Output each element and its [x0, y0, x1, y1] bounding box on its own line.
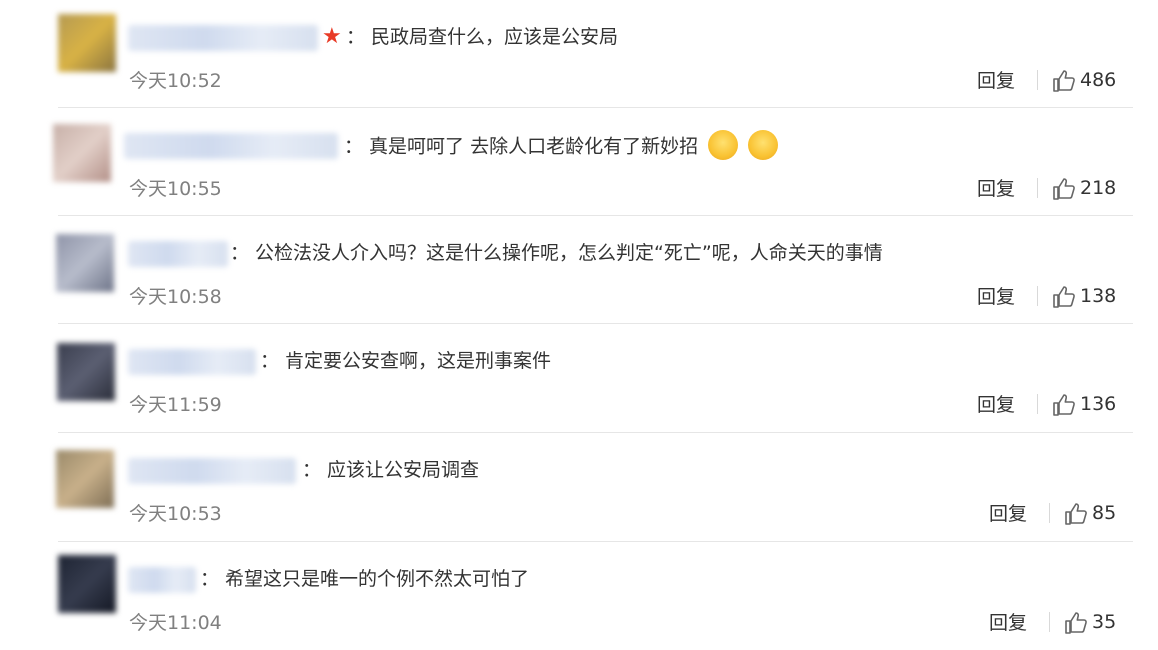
avatar[interactable]: [57, 343, 115, 401]
thumbs-up-icon: [1065, 612, 1087, 634]
separator: [1037, 286, 1038, 306]
separator: [1037, 70, 1038, 90]
comment-item: ： 真是呵呵了 去除人口老龄化有了新妙招 今天10:55 回复 218: [0, 108, 1158, 216]
like-count: 35: [1092, 611, 1117, 633]
username[interactable]: [128, 567, 196, 593]
comment-text: ： 希望这只是唯一的个例不然太可怕了: [200, 568, 530, 590]
thumbs-up-icon: [1053, 178, 1075, 200]
reply-button[interactable]: 回复: [989, 499, 1027, 526]
reply-button[interactable]: 回复: [977, 174, 1015, 201]
username[interactable]: [128, 458, 296, 484]
comment-text: ： 肯定要公安查啊，这是刑事案件: [260, 350, 552, 372]
comment-time: 今天10:53: [129, 503, 222, 525]
comment-time: 今天10:52: [129, 70, 222, 92]
thumbs-up-icon: [1053, 286, 1075, 308]
comment-item: ： 公检法没人介入吗？这是什么操作呢，怎么判定“死亡”呢，人命关天的事情 今天1…: [0, 216, 1158, 324]
separator: [1037, 394, 1038, 414]
username[interactable]: [128, 25, 318, 51]
comment-text-content: ： 真是呵呵了 去除人口老龄化有了新妙招: [344, 135, 699, 158]
like-count: 85: [1092, 502, 1117, 524]
smiling-face-emoji-icon: [708, 130, 739, 160]
avatar[interactable]: [56, 450, 114, 508]
avatar[interactable]: [53, 124, 111, 182]
username[interactable]: [128, 241, 228, 267]
like-count: 136: [1080, 393, 1117, 415]
comment-time: 今天10:55: [129, 178, 222, 200]
comment-item: ： 应该让公安局调查 今天10:53 回复 85: [0, 433, 1158, 542]
reply-button[interactable]: 回复: [989, 608, 1027, 635]
comment-text: ： 真是呵呵了 去除人口老龄化有了新妙招: [344, 130, 779, 162]
comment-item: ： 希望这只是唯一的个例不然太可怕了 今天11:04 回复 35: [0, 542, 1158, 650]
comment-time: 今天10:58: [129, 286, 222, 308]
avatar[interactable]: [58, 555, 116, 613]
thumbs-up-icon: [1053, 70, 1075, 92]
separator: [1049, 612, 1050, 632]
like-count: 218: [1080, 177, 1117, 199]
smiling-face-emoji-icon: [748, 130, 779, 160]
reply-button[interactable]: 回复: [977, 282, 1015, 309]
comment-item: ： 肯定要公安查啊，这是刑事案件 今天11:59 回复 136: [0, 324, 1158, 433]
comment-time: 今天11:59: [129, 394, 222, 416]
username[interactable]: [124, 133, 338, 159]
reply-button[interactable]: 回复: [977, 66, 1015, 93]
comment-time: 今天11:04: [129, 612, 222, 634]
like-count: 138: [1080, 285, 1117, 307]
comment-text: ： 公检法没人介入吗？这是什么操作呢，怎么判定“死亡”呢，人命关天的事情: [230, 242, 883, 264]
comment-item: ★ ： 民政局查什么，应该是公安局 今天10:52 回复 486: [0, 0, 1158, 108]
separator: [1049, 503, 1050, 523]
thumbs-up-icon: [1065, 503, 1087, 525]
separator: [1037, 178, 1038, 198]
reply-button[interactable]: 回复: [977, 390, 1015, 417]
avatar[interactable]: [56, 234, 114, 292]
username[interactable]: [128, 349, 256, 375]
avatar[interactable]: [58, 14, 116, 72]
thumbs-up-icon: [1053, 394, 1075, 416]
star-icon: ★: [322, 24, 342, 49]
comment-text: ： 民政局查什么，应该是公安局: [346, 26, 619, 48]
comment-text: ： 应该让公安局调查: [302, 459, 480, 481]
like-count: 486: [1080, 69, 1117, 91]
